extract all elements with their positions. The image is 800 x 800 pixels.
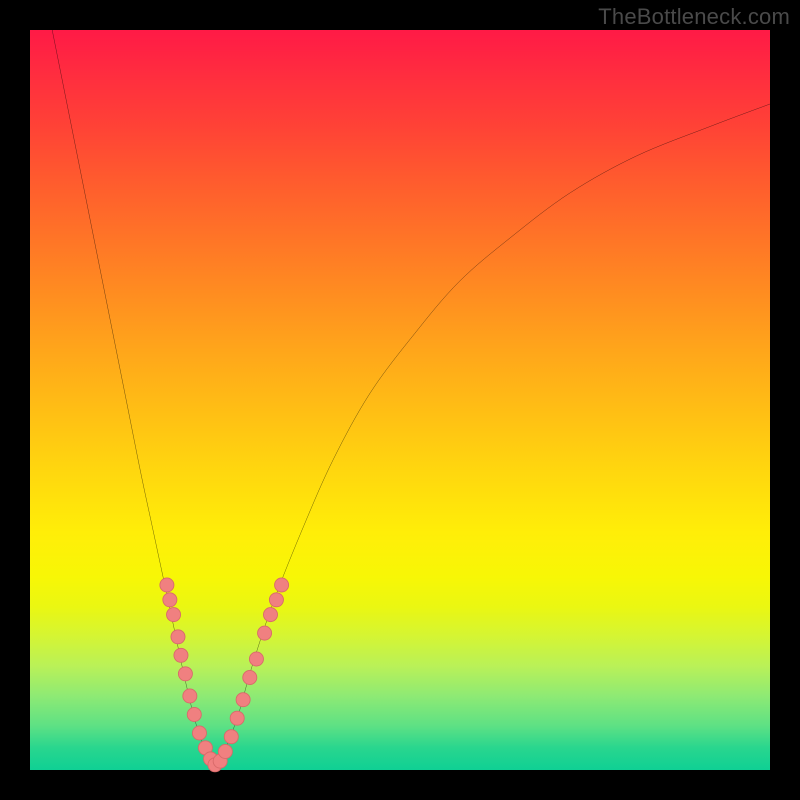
curve-marker xyxy=(192,726,206,740)
curve-markers xyxy=(160,578,289,772)
plot-area xyxy=(30,30,770,770)
chart-frame: TheBottleneck.com xyxy=(0,0,800,800)
curve-marker xyxy=(258,626,272,640)
curve-marker xyxy=(163,593,177,607)
curve-marker xyxy=(183,689,197,703)
curve-marker xyxy=(160,578,174,592)
curve-marker xyxy=(269,593,283,607)
curve-marker xyxy=(167,608,181,622)
curve-marker xyxy=(230,711,244,725)
curve-marker xyxy=(236,693,250,707)
curve-marker xyxy=(224,730,238,744)
bottleneck-curve-path xyxy=(52,30,770,766)
watermark-text: TheBottleneck.com xyxy=(598,4,790,30)
curve-marker xyxy=(243,670,257,684)
bottleneck-curve-svg xyxy=(30,30,770,770)
curve-marker xyxy=(187,707,201,721)
curve-marker xyxy=(249,652,263,666)
curve-marker xyxy=(178,667,192,681)
curve-marker xyxy=(275,578,289,592)
curve-marker xyxy=(218,744,232,758)
curve-marker xyxy=(263,608,277,622)
curve-marker xyxy=(171,630,185,644)
curve-marker xyxy=(174,648,188,662)
